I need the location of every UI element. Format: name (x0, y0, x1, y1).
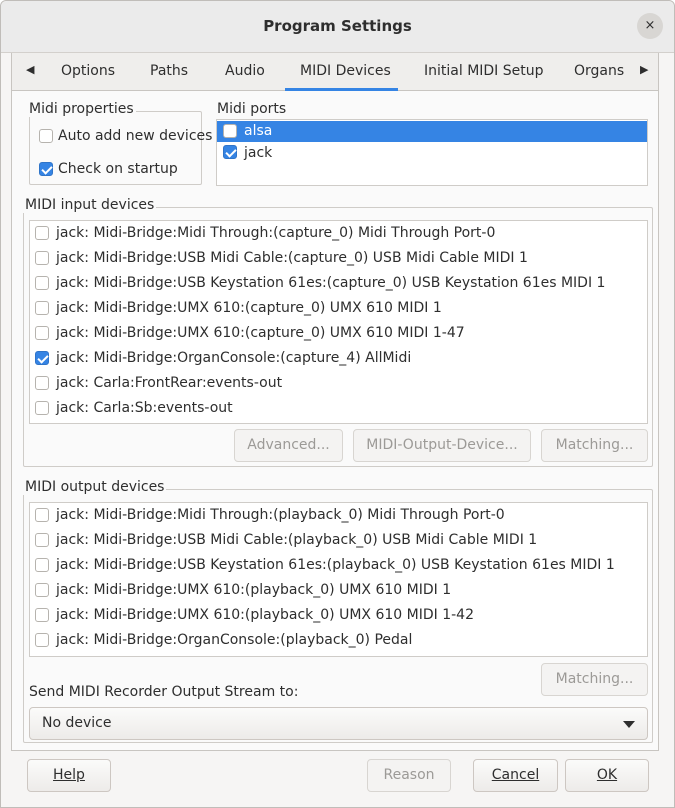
check-startup-label[interactable]: Check on startup (58, 161, 178, 177)
recorder-label: Send MIDI Recorder Output Stream to: (29, 684, 299, 700)
tab-midi-devices[interactable]: MIDI Devices (300, 63, 391, 79)
midi-output-device-button[interactable]: MIDI-Output-Device... (353, 429, 531, 462)
tab-organs[interactable]: Organs (574, 63, 624, 79)
input-matching-button[interactable]: Matching... (541, 429, 648, 462)
input-device-checkbox[interactable] (35, 301, 49, 315)
output-device-checkbox[interactable] (35, 533, 49, 547)
tab-scroll-left-icon[interactable]: ◀ (26, 63, 34, 76)
output-device-checkbox[interactable] (35, 633, 49, 647)
input-device-label[interactable]: jack: Carla:FrontRear:events-out (56, 375, 282, 391)
reason-button[interactable]: Reason (367, 759, 451, 792)
output-device-label[interactable]: jack: Midi-Bridge:USB Keystation 61es:(p… (56, 557, 615, 573)
input-device-label[interactable]: jack: Midi-Bridge:Midi Through:(capture_… (56, 225, 495, 241)
tab-audio[interactable]: Audio (225, 63, 265, 79)
auto-add-checkbox[interactable] (39, 129, 53, 143)
output-device-checkbox[interactable] (35, 608, 49, 622)
midi-output-label: MIDI output devices (23, 479, 167, 495)
input-device-checkbox[interactable] (35, 351, 49, 365)
tab-initial-midi-setup[interactable]: Initial MIDI Setup (424, 63, 544, 79)
check-startup-checkbox[interactable] (39, 162, 53, 176)
tab-bar: ◀ Options Paths Audio MIDI Devices Initi… (11, 53, 659, 91)
output-device-label[interactable]: jack: Midi-Bridge:UMX 610:(playback_0) U… (56, 582, 451, 598)
input-device-checkbox[interactable] (35, 226, 49, 240)
output-matching-button[interactable]: Matching... (541, 663, 648, 696)
output-device-label[interactable]: jack: Midi-Bridge:UMX 610:(playback_0) U… (56, 607, 474, 623)
output-device-checkbox[interactable] (35, 583, 49, 597)
help-button-label: Help (53, 767, 85, 783)
midi-properties-label: Midi properties (27, 101, 136, 117)
input-device-label[interactable]: jack: Midi-Bridge:UMX 610:(capture_0) UM… (56, 300, 442, 316)
port-jack-label[interactable]: jack (244, 145, 272, 161)
recorder-output-value: No device (42, 715, 112, 731)
midi-ports-label: Midi ports (215, 101, 289, 117)
close-button[interactable]: × (637, 13, 663, 39)
tab-scroll-right-icon[interactable]: ▶ (640, 63, 648, 76)
input-device-label[interactable]: jack: Midi-Bridge:USB Midi Cable:(captur… (56, 250, 528, 266)
input-device-label[interactable]: jack: Midi-Bridge:UMX 610:(capture_0) UM… (56, 325, 465, 341)
help-button[interactable]: Help (27, 759, 111, 792)
port-jack-checkbox[interactable] (223, 145, 237, 159)
titlebar: Program Settings × (1, 1, 674, 53)
close-icon: × (644, 18, 656, 33)
input-device-label[interactable]: jack: Carla:Sb:events-out (56, 400, 233, 416)
output-device-checkbox[interactable] (35, 508, 49, 522)
port-alsa-label[interactable]: alsa (244, 123, 272, 139)
auto-add-label[interactable]: Auto add new devices (58, 128, 212, 144)
advanced-button[interactable]: Advanced... (234, 429, 343, 462)
chevron-down-icon (623, 721, 635, 728)
input-device-label[interactable]: jack: Midi-Bridge:USB Keystation 61es:(c… (56, 275, 605, 291)
output-device-label[interactable]: jack: Midi-Bridge:Midi Through:(playback… (56, 507, 505, 523)
input-device-checkbox[interactable] (35, 251, 49, 265)
output-device-label[interactable]: jack: Midi-Bridge:USB Midi Cable:(playba… (56, 532, 537, 548)
input-device-label[interactable]: jack: Midi-Bridge:OrganConsole:(capture_… (56, 350, 411, 366)
tab-paths[interactable]: Paths (150, 63, 188, 79)
tab-options[interactable]: Options (61, 63, 115, 79)
input-device-checkbox[interactable] (35, 276, 49, 290)
active-tab-indicator (285, 88, 398, 91)
cancel-button[interactable]: Cancel (473, 759, 558, 792)
list-row-selection (217, 121, 647, 142)
input-device-checkbox[interactable] (35, 326, 49, 340)
output-device-checkbox[interactable] (35, 558, 49, 572)
cancel-button-label: Cancel (491, 767, 540, 783)
port-alsa-checkbox[interactable] (223, 124, 237, 138)
input-device-checkbox[interactable] (35, 401, 49, 415)
recorder-output-dropdown[interactable]: No device (29, 707, 648, 740)
program-settings-window: Program Settings × ◀ Options Paths Audio… (0, 0, 675, 808)
window-title: Program Settings (263, 17, 412, 35)
input-device-checkbox[interactable] (35, 376, 49, 390)
midi-input-label: MIDI input devices (23, 197, 157, 213)
ok-button[interactable]: OK (565, 759, 649, 792)
output-device-label[interactable]: jack: Midi-Bridge:OrganConsole:(playback… (56, 632, 412, 648)
ok-button-label: OK (596, 767, 618, 783)
